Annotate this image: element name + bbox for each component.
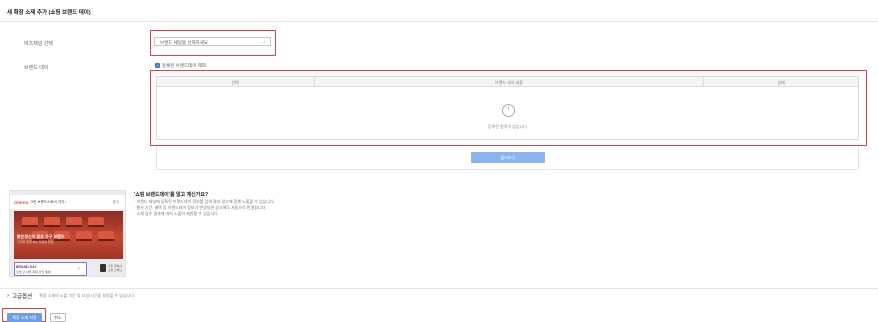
panel-header: 새 확장 소재 추가 (쇼핑 브랜드 데이) bbox=[0, 0, 878, 22]
bizchannel-select[interactable]: 브랜드 채널을 선택하세요 ⌄ bbox=[154, 37, 271, 46]
bizchannel-label: 비즈채널 선택 bbox=[24, 41, 53, 47]
section-divider bbox=[0, 288, 878, 289]
preview-brand: GREEN bbox=[14, 200, 29, 205]
column-divider bbox=[314, 77, 315, 87]
info-line: · 소재 검수 결과에 따라 노출이 제한될 수 있습니다. bbox=[134, 211, 219, 216]
preview-mini-text: 가든 행복사 소파 스퍼브 bbox=[108, 264, 122, 272]
seat-shape bbox=[98, 231, 114, 241]
brandday-label: 브랜드 데이 bbox=[24, 65, 49, 71]
advanced-options-label: 고급옵션 bbox=[12, 294, 33, 300]
preview-card-sub: 오늘 단 하루 최대 할인 혜택 bbox=[16, 270, 51, 274]
checkbox-checked-icon[interactable]: ✓ bbox=[155, 63, 160, 68]
exclude-registered-label: 등록된 브랜드데이 제외 bbox=[162, 62, 206, 68]
preview-ad-tag: 광고 bbox=[112, 200, 119, 204]
table-header: 선택 브랜드 데이 내용 상태 bbox=[157, 77, 858, 87]
load-brandday-button[interactable]: 불러오기 bbox=[471, 152, 545, 163]
advanced-options-toggle[interactable]: › 고급옵션 확장 소재의 노출 기간 및 요일/시간을 설정할 수 있습니다. bbox=[7, 292, 135, 300]
column-header-status: 상태 bbox=[777, 80, 785, 85]
seat-shape bbox=[76, 231, 92, 241]
save-button[interactable]: 확장 소재 저장 bbox=[7, 313, 42, 322]
chevron-down-icon: ⌄ bbox=[262, 39, 266, 44]
ad-preview: GREEN 그린 브랜드스토어 가기 › 광고 밝은정신이 맑은 가구 브랜드 … bbox=[9, 190, 126, 277]
column-header-select: 선택 bbox=[231, 80, 239, 85]
page-title: 새 확장 소재 추가 (쇼핑 브랜드 데이) bbox=[7, 10, 91, 16]
seat-shape bbox=[22, 217, 38, 227]
preview-banner-sub: 가구와 함께 하는 따뜻한 일상 bbox=[17, 240, 54, 244]
chevron-right-icon: › bbox=[78, 266, 80, 272]
product-thumbnail-icon bbox=[100, 264, 106, 272]
column-divider bbox=[703, 77, 704, 87]
info-title: '쇼핑 브랜드데이'를 알고 계신가요? bbox=[134, 192, 209, 198]
seat-shape bbox=[88, 217, 104, 227]
advanced-options-desc: 확장 소재의 노출 기간 및 요일/시간을 설정할 수 있습니다. bbox=[39, 293, 136, 298]
exclude-registered-checkbox-row[interactable]: ✓ 등록된 브랜드데이 제외 bbox=[155, 62, 206, 69]
seat-shape bbox=[44, 217, 60, 227]
bizchannel-value: 브랜드 채널을 선택하세요 bbox=[160, 39, 209, 45]
info-circle-icon: ! bbox=[502, 104, 515, 117]
preview-card-title: BRAND DAY bbox=[16, 265, 37, 269]
preview-brand-link: 그린 브랜드스토어 가기 › bbox=[30, 200, 67, 204]
column-header-content: 브랜드 데이 내용 bbox=[495, 80, 523, 85]
seat-shape bbox=[66, 217, 82, 227]
cancel-button[interactable]: 취소 bbox=[50, 313, 66, 322]
chevron-right-icon: › bbox=[7, 293, 9, 299]
empty-state-text: 등록된 항목이 없습니다. bbox=[487, 124, 529, 129]
